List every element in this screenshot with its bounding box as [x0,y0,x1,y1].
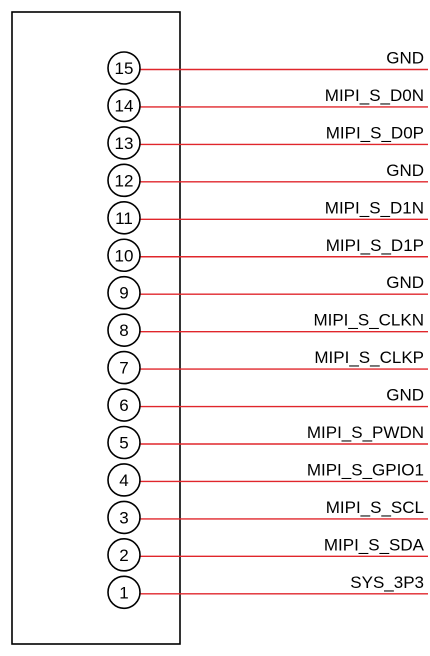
pin-number: 1 [119,583,128,602]
net-label: GND [386,386,424,405]
net-label: MIPI_S_GPIO1 [307,460,424,479]
net-label: GND [386,161,424,180]
pin-number: 2 [119,546,128,565]
pin-number: 3 [119,508,128,527]
pin-number: 5 [119,434,128,453]
net-label: MIPI_S_CLKP [314,348,424,367]
pin-number: 14 [115,96,134,115]
net-label: MIPI_S_PWDN [307,423,424,442]
pin-number: 12 [115,171,134,190]
net-label: MIPI_S_CLKN [313,311,424,330]
net-label: MIPI_S_D1P [326,236,424,255]
pin-number: 7 [119,359,128,378]
net-label: SYS_3P3 [350,573,424,592]
pin-number: 13 [115,134,134,153]
connector-schematic: 15GND14MIPI_S_D0N13MIPI_S_D0P12GND11MIPI… [11,11,428,645]
pin-number: 11 [115,209,133,228]
net-label: MIPI_S_D1N [325,198,424,217]
net-label: MIPI_S_D0N [325,86,424,105]
pin-number: 8 [119,321,128,340]
pin-number: 4 [119,471,128,490]
pin-number: 9 [119,284,128,303]
pin-number: 10 [115,246,134,265]
pin-number: 15 [115,59,134,78]
net-label: GND [386,273,424,292]
pin-number: 6 [119,396,128,415]
net-label: GND [386,49,424,68]
net-label: MIPI_S_D0P [326,123,424,142]
net-label: MIPI_S_SCL [326,498,424,517]
net-label: MIPI_S_SDA [324,535,425,554]
